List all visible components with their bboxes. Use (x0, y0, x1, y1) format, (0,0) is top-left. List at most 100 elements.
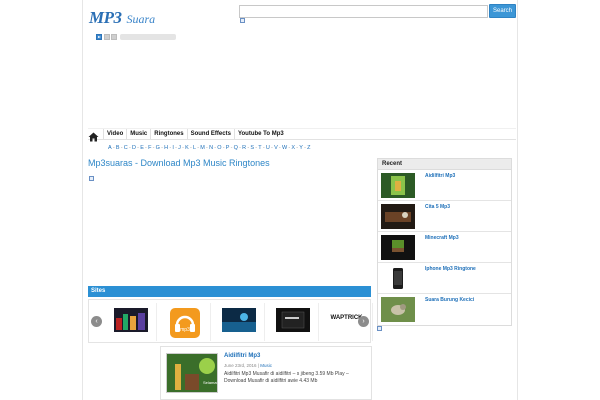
alphabet-letter[interactable]: U (266, 145, 270, 151)
nav-sound-effects[interactable]: Sound Effects (186, 129, 234, 139)
nav-video[interactable]: Video (103, 129, 126, 139)
slide-image (275, 308, 310, 332)
progress-bar[interactable] (120, 34, 176, 40)
alphabet-separator: - (152, 145, 155, 151)
carousel-prev-icon[interactable]: ‹ (91, 316, 102, 327)
alphabet-separator: - (247, 145, 250, 151)
recent-item[interactable]: Suara Burung Kecici (378, 294, 511, 325)
alphabet-letter[interactable]: A (108, 145, 112, 151)
post-title[interactable]: Aidilfitri Mp3 (224, 353, 260, 359)
alphabet-separator: - (128, 145, 131, 151)
alphabet-letter[interactable]: N (209, 145, 213, 151)
site-logo[interactable]: MP3 Suara (89, 8, 155, 28)
alphabet-separator: - (189, 145, 192, 151)
alphabet-letter[interactable]: R (242, 145, 246, 151)
alphabet-letter[interactable]: Q (234, 145, 238, 151)
recent-header: Recent (377, 158, 512, 170)
home-icon[interactable] (88, 129, 99, 142)
report-flag-icon[interactable] (240, 18, 245, 23)
alphabet-separator: - (206, 145, 208, 151)
alphabet-separator: - (120, 145, 123, 151)
alphabet-letter[interactable]: X (291, 145, 295, 151)
site-slide[interactable]: mp3 (159, 303, 211, 341)
audio-player (96, 34, 180, 41)
recent-thumbnail[interactable] (381, 266, 415, 291)
slide-image (113, 308, 148, 332)
sites-header: Sites (88, 286, 371, 297)
recent-thumbnail[interactable] (381, 173, 415, 198)
recent-title[interactable]: Cita 5 Mp3 (425, 204, 450, 210)
alphabet-letter[interactable]: K (185, 145, 189, 151)
sites-carousel: ‹ mp3 WAPTRICK › (88, 299, 373, 343)
alphabet-letter[interactable]: O (217, 145, 221, 151)
headphones-icon: mp3 (169, 308, 200, 338)
svg-text:Selamat: Selamat (203, 380, 218, 385)
report-flag-icon[interactable] (89, 176, 94, 181)
alphabet-separator: - (182, 145, 184, 151)
alphabet-letter[interactable]: I (172, 145, 174, 151)
post-thumbnail[interactable]: Selamat (166, 353, 218, 393)
alphabet-letter[interactable]: W (282, 145, 287, 151)
post-card: Selamat Aidilfitri Mp3 June 23rd, 2016 |… (160, 346, 372, 400)
alphabet-letter[interactable]: D (132, 145, 136, 151)
alphabet-separator: - (145, 145, 147, 151)
alphabet-letter[interactable]: S (250, 145, 254, 151)
search-button[interactable]: Search (489, 4, 516, 18)
stop-icon[interactable] (111, 34, 117, 40)
alphabet-letter[interactable]: E (140, 145, 144, 151)
post-date: June 23rd, 2016 (224, 363, 257, 368)
post-meta: June 23rd, 2016 | Music (224, 363, 272, 368)
nav-ringtones[interactable]: Ringtones (150, 129, 186, 139)
alphabet-letter[interactable]: H (164, 145, 168, 151)
alphabet-letter[interactable]: Z (307, 145, 310, 151)
site-slide[interactable] (267, 303, 319, 341)
alphabet-separator: - (262, 145, 265, 151)
page-title: Mp3suaras - Download Mp3 Music Ringtones (88, 158, 270, 168)
nav-music[interactable]: Music (126, 129, 150, 139)
report-flag-icon[interactable] (377, 326, 382, 331)
recent-item[interactable]: Aidilfitri Mp3 (378, 170, 511, 201)
alphabet-separator: - (197, 145, 200, 151)
recent-title[interactable]: Aidilfitri Mp3 (425, 173, 455, 179)
alphabet-letter[interactable]: V (274, 145, 278, 151)
alphabet-separator: - (112, 145, 115, 151)
recent-thumbnail[interactable] (381, 297, 415, 322)
alphabet-letter[interactable]: Y (299, 145, 303, 151)
recent-title[interactable]: Iphone Mp3 Ringtone (425, 266, 476, 272)
alphabet-separator: - (296, 145, 299, 151)
alphabet-letter[interactable]: P (226, 145, 230, 151)
alphabet-letter[interactable]: F (148, 145, 151, 151)
carousel-next-icon[interactable]: › (358, 316, 369, 327)
alphabet-letter[interactable]: L (193, 145, 196, 151)
site-slide[interactable] (213, 303, 265, 341)
post-category[interactable]: Music (260, 363, 272, 368)
recent-thumbnail[interactable] (381, 204, 415, 229)
main-nav: Video Music Ringtones Sound Effects Yout… (88, 128, 516, 142)
alphabet-separator: - (214, 145, 217, 151)
logo-main: MP3 (89, 8, 122, 27)
alphabet-letter[interactable]: C (124, 145, 128, 151)
recent-item[interactable]: Iphone Mp3 Ringtone (378, 263, 511, 294)
alphabet-letter[interactable]: M (200, 145, 205, 151)
pause-icon[interactable] (104, 34, 110, 40)
nav-youtube-to-mp3[interactable]: Youtube To Mp3 (233, 129, 287, 139)
alphabet-separator: - (304, 145, 306, 151)
svg-text:mp3: mp3 (180, 327, 190, 333)
search-input[interactable] (239, 5, 488, 18)
alphabet-letter[interactable]: T (258, 145, 261, 151)
alphabet-separator: - (255, 145, 258, 151)
recent-item[interactable]: Minecraft Mp3 (378, 232, 511, 263)
alphabet-separator: - (278, 145, 281, 151)
recent-title[interactable]: Suara Burung Kecici (425, 297, 474, 303)
site-slide[interactable] (105, 303, 157, 341)
alphabet-separator: - (288, 145, 291, 151)
alphabet-letter[interactable]: J (178, 145, 181, 151)
recent-item[interactable]: Cita 5 Mp3 (378, 201, 511, 232)
alphabet-separator: - (239, 145, 241, 151)
alphabet-letter[interactable]: B (116, 145, 120, 151)
recent-title[interactable]: Minecraft Mp3 (425, 235, 459, 241)
alphabet-separator: - (271, 145, 273, 151)
alphabet-letter[interactable]: G (156, 145, 160, 151)
play-icon[interactable] (96, 34, 102, 40)
recent-thumbnail[interactable] (381, 235, 415, 260)
